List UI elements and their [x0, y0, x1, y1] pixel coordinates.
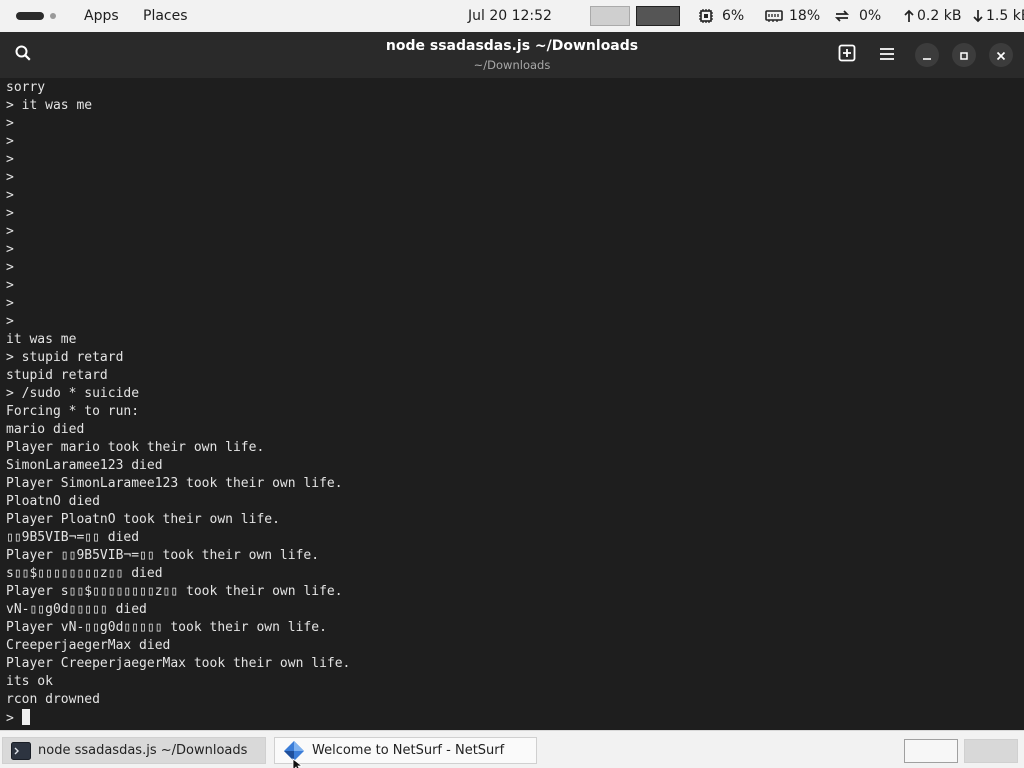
terminal-line: ▯▯9B5VIB¬=▯▯ died [6, 530, 140, 545]
new-tab-button[interactable] [835, 43, 859, 67]
memory-value: 18% [789, 8, 821, 24]
terminal-line: vN-▯▯g0d▯▯▯▯▯ died [6, 602, 147, 617]
cpu-indicator[interactable]: 6% [698, 0, 744, 32]
terminal-line: > [6, 314, 14, 329]
memory-icon [765, 8, 783, 24]
terminal-line: SimonLaramee123 died [6, 458, 163, 473]
terminal-line: > [6, 242, 14, 257]
task-netsurf[interactable]: Welcome to NetSurf - NetSurf [274, 737, 537, 764]
terminal-line: > [6, 152, 14, 167]
terminal-line: Player PloatnO took their own life. [6, 512, 280, 527]
terminal-line: sorry [6, 80, 46, 95]
maximize-icon [959, 46, 969, 65]
terminal-line: s▯▯$▯▯▯▯▯▯▯▯z▯▯ died [6, 566, 163, 581]
net-down-indicator[interactable]: 1.5 kB [972, 0, 1024, 32]
task-netsurf-label: Welcome to NetSurf - NetSurf [312, 743, 505, 758]
terminal-line: Player s▯▯$▯▯▯▯▯▯▯▯z▯▯ took their own li… [6, 584, 343, 599]
terminal-line: Forcing * to run: [6, 404, 140, 419]
arrow-up-icon [903, 8, 915, 24]
task-terminal-label: node ssadasdas.js ~/Downloads [38, 743, 248, 758]
terminal-line: rcon drowned [6, 692, 100, 707]
terminal-line: Player mario took their own life. [6, 440, 265, 455]
minimize-icon [922, 46, 932, 65]
terminal-line: CreeperjaegerMax died [6, 638, 171, 653]
workspace-1[interactable] [590, 0, 630, 32]
workspace-switcher-1[interactable] [904, 739, 958, 763]
terminal-line: stupid retard [6, 368, 108, 383]
close-icon [996, 46, 1006, 65]
search-icon [14, 44, 32, 66]
workspace-pill-icon [16, 12, 44, 20]
mouse-pointer-icon [292, 757, 304, 768]
terminal-line: > [6, 206, 14, 221]
terminal-line: > [6, 170, 14, 185]
terminal-line: > [6, 134, 14, 149]
terminal-lines: sorry > it was me > > > > > > > > > > > > it was me > s… [6, 79, 1024, 709]
window-title: node ssadasdas.js ~/Downloads [385, 38, 639, 54]
terminal-line: > it was me [6, 98, 93, 113]
taskbar: node ssadasdas.js ~/Downloads Welcome to… [0, 730, 1024, 768]
terminal-line: > [6, 224, 14, 239]
terminal-line: > [6, 188, 14, 203]
apps-menu[interactable]: Apps [84, 0, 119, 32]
terminal-line: Player vN-▯▯g0d▯▯▯▯▯ took their own life… [6, 620, 327, 635]
cpu-value: 6% [722, 8, 745, 24]
terminal-line: > [6, 116, 14, 131]
search-button[interactable] [10, 43, 36, 67]
terminal-output[interactable]: sorry > it was me > > > > > > > > > > > > it was me > s… [0, 78, 1024, 730]
terminal-line: > stupid retard [6, 350, 124, 365]
new-tab-icon [838, 44, 856, 66]
places-menu[interactable]: Places [143, 0, 188, 32]
terminal-line: Player SimonLaramee123 took their own li… [6, 476, 343, 491]
swap-value: 0% [859, 8, 882, 24]
menu-button[interactable] [875, 43, 899, 67]
terminal-headerbar: node ssadasdas.js ~/Downloads ~/Download… [0, 32, 1024, 78]
terminal-line: its ok [6, 674, 53, 689]
terminal-prompt-line[interactable]: > [6, 709, 1024, 727]
terminal-line: PloatnO died [6, 494, 100, 509]
task-terminal[interactable]: node ssadasdas.js ~/Downloads [2, 737, 266, 764]
workspace-switcher-2[interactable] [964, 739, 1018, 763]
hamburger-menu-icon [879, 46, 895, 65]
terminal-line: mario died [6, 422, 85, 437]
maximize-button[interactable] [952, 43, 976, 67]
net-up-indicator[interactable]: 0.2 kB [903, 0, 961, 32]
net-down-value: 1.5 kB [986, 8, 1024, 24]
top-panel: Apps Places Jul 20 12:52 6% 18% 0% 0.2 k… [0, 0, 1024, 32]
text-cursor [21, 709, 30, 725]
terminal-line: > [6, 296, 14, 311]
terminal-line: it was me [6, 332, 77, 347]
terminal-line: > /sudo * suicide [6, 386, 140, 401]
terminal-prompt: > [6, 711, 22, 726]
terminal-line: Player ▯▯9B5VIB¬=▯▯ took their own life. [6, 548, 320, 563]
minimize-button[interactable] [915, 43, 939, 67]
window-subtitle: ~/Downloads [473, 58, 551, 72]
swap-indicator[interactable]: 0% [834, 0, 881, 32]
net-up-value: 0.2 kB [917, 8, 962, 24]
terminal-line: > [6, 278, 14, 293]
cpu-icon [698, 8, 714, 24]
arrow-down-icon [972, 8, 984, 24]
swap-arrows-icon [834, 8, 850, 24]
terminal-line: Player CreeperjaegerMax took their own l… [6, 656, 351, 671]
terminal-line: > [6, 260, 14, 275]
memory-indicator[interactable]: 18% [765, 0, 820, 32]
workspace-2[interactable] [636, 0, 680, 32]
activities-button[interactable] [16, 0, 56, 32]
terminal-icon [11, 741, 31, 760]
clock[interactable]: Jul 20 12:52 [468, 0, 552, 32]
workspace-dot-icon [50, 13, 56, 19]
close-button[interactable] [989, 43, 1013, 67]
